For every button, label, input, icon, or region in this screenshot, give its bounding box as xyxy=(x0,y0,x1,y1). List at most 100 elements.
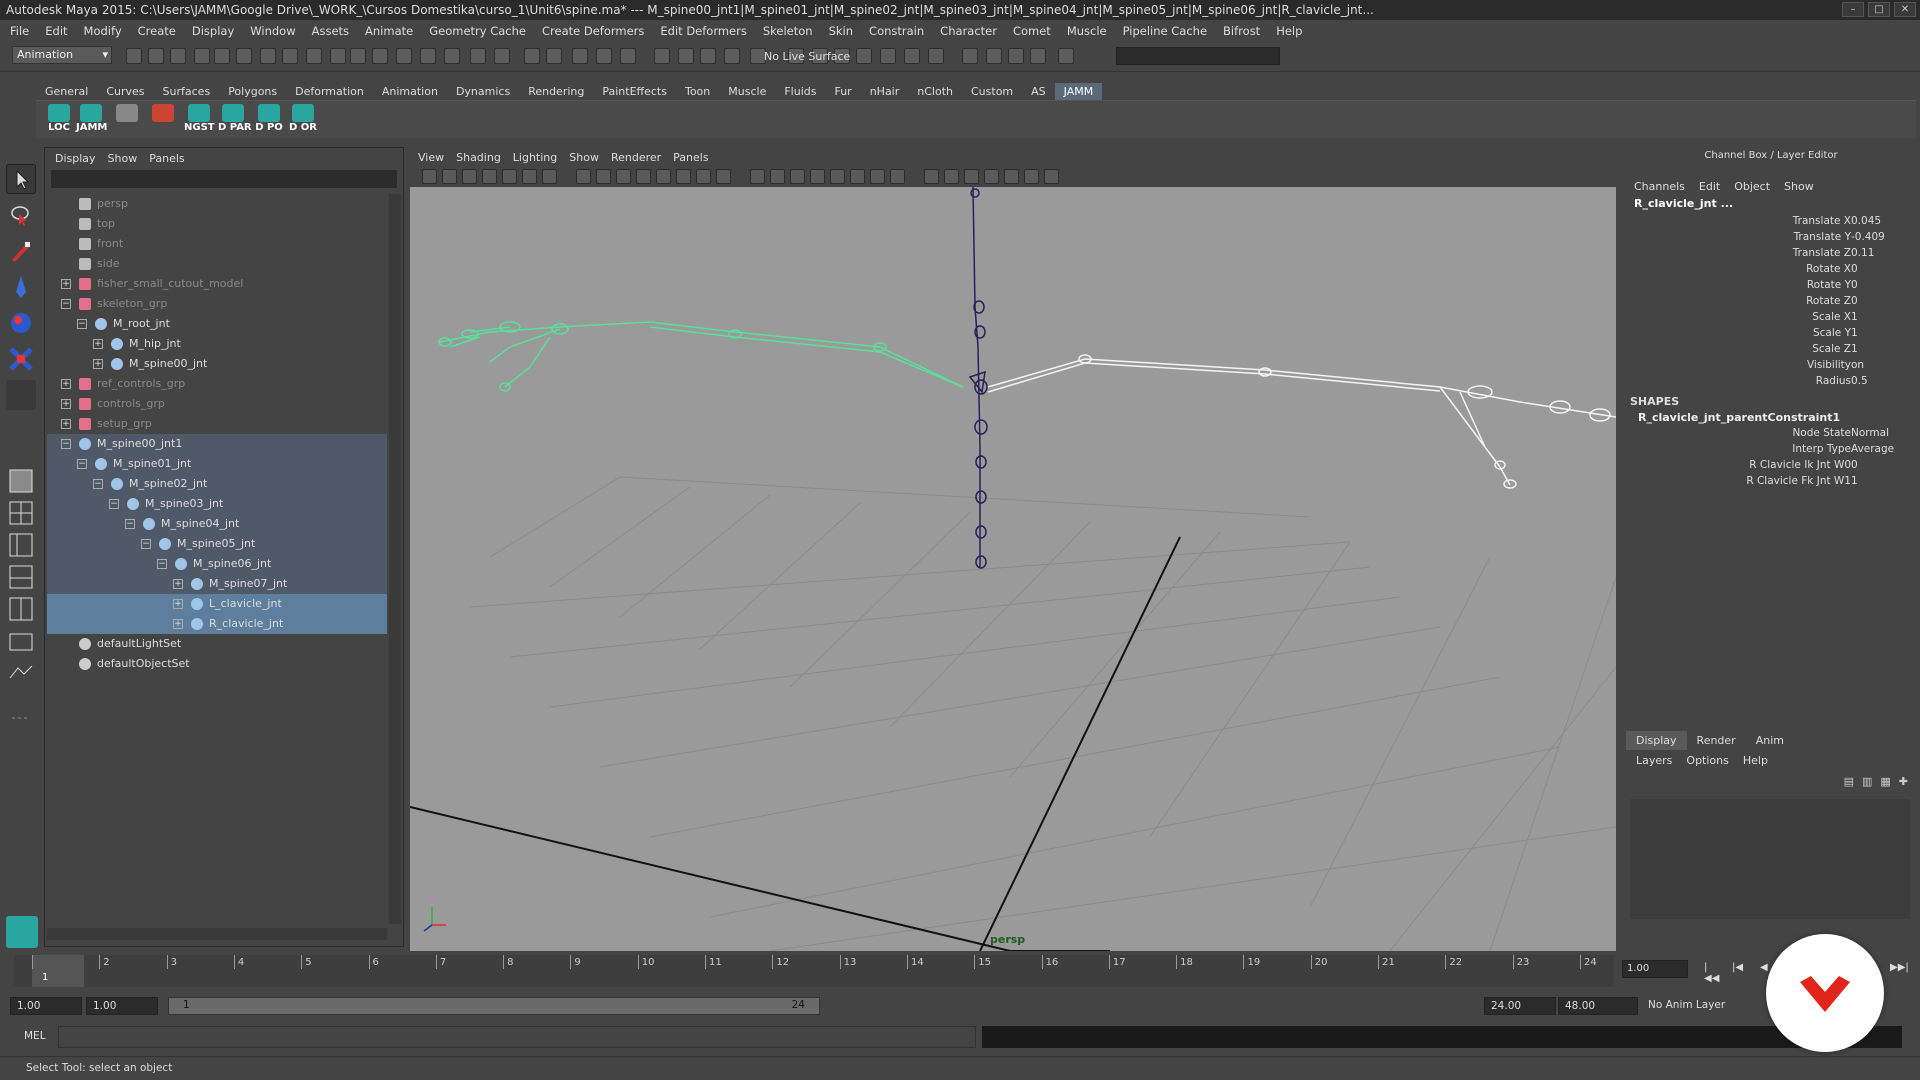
menu-comet[interactable]: Comet xyxy=(1013,24,1051,38)
shelf-tab-fluids[interactable]: Fluids xyxy=(775,83,825,100)
attribute-value[interactable]: 0 xyxy=(1851,459,1858,471)
status-tool-icon-16[interactable] xyxy=(470,48,486,64)
viewport-tool-icon-2[interactable] xyxy=(442,169,457,184)
collapse-icon[interactable]: − xyxy=(61,299,71,309)
render-tool-icon-5[interactable] xyxy=(986,48,1002,64)
outliner-item-m-spine06-jnt[interactable]: − M_spine06_jnt xyxy=(47,554,387,574)
viewport-tool-icon-22[interactable] xyxy=(870,169,885,184)
render-tool-icon-3[interactable] xyxy=(928,48,944,64)
shelf-button-jamm[interactable]: JAMM xyxy=(76,103,107,136)
render-tool-icon-4[interactable] xyxy=(962,48,978,64)
status-tool-icon-21[interactable] xyxy=(596,48,612,64)
outliner-item-m-root-jnt[interactable]: − M_root_jnt xyxy=(47,314,387,334)
attribute-row-translate-x[interactable]: Translate X 0.045 xyxy=(1626,215,1916,231)
expand-icon[interactable]: + xyxy=(173,599,183,609)
viewport-menu-renderer[interactable]: Renderer xyxy=(611,151,661,164)
menu-file[interactable]: File xyxy=(10,24,29,38)
attribute-row-translate-z[interactable]: Translate Z 0.11 xyxy=(1626,247,1916,263)
outliner-item-m-spine07-jnt[interactable]: + M_spine07_jnt xyxy=(47,574,387,594)
maximize-button[interactable]: □ xyxy=(1868,2,1890,17)
render-tool-icon-6[interactable] xyxy=(1008,48,1024,64)
status-tool-icon-2[interactable] xyxy=(148,48,164,64)
shelf-tab-nhair[interactable]: nHair xyxy=(861,83,909,100)
attribute-row-interp-type[interactable]: Interp Type Average xyxy=(1626,443,1916,459)
expand-icon[interactable]: + xyxy=(61,399,71,409)
viewport-tool-icon-24[interactable] xyxy=(924,169,939,184)
status-tool-icon-17[interactable] xyxy=(494,48,510,64)
shelf-tab-custom[interactable]: Custom xyxy=(962,83,1022,100)
menu-skeleton[interactable]: Skeleton xyxy=(763,24,813,38)
viewport-tool-icon-29[interactable] xyxy=(1024,169,1039,184)
outliner-item-l-clavicle-jnt[interactable]: + L_clavicle_jnt xyxy=(47,594,387,614)
viewport-tool-icon-25[interactable] xyxy=(944,169,959,184)
outliner-item-fisher-small-cutout-model[interactable]: + fisher_small_cutout_model xyxy=(47,274,387,294)
move-tool-icon[interactable] xyxy=(6,272,36,302)
viewport-tool-icon-9[interactable] xyxy=(596,169,611,184)
outliner-vertical-scrollbar[interactable] xyxy=(389,194,401,924)
minimize-button[interactable]: – xyxy=(1842,2,1864,17)
attribute-value[interactable]: Average xyxy=(1851,443,1894,455)
viewport-menu-view[interactable]: View xyxy=(418,151,444,164)
status-tool-icon-13[interactable] xyxy=(396,48,412,64)
viewport-tool-icon-30[interactable] xyxy=(1044,169,1059,184)
attribute-value[interactable]: -0.409 xyxy=(1851,231,1885,243)
collapse-icon[interactable]: − xyxy=(125,519,135,529)
status-tool-icon-20[interactable] xyxy=(572,48,588,64)
shelf-tab-rendering[interactable]: Rendering xyxy=(519,83,593,100)
shelf-tab-jamm[interactable]: JAMM xyxy=(1054,82,1103,100)
status-tool-icon-19[interactable] xyxy=(546,48,562,64)
shelf-button-ngst[interactable]: NGST xyxy=(184,103,215,136)
collapse-icon[interactable]: − xyxy=(77,459,87,469)
viewport-persp[interactable]: persp xyxy=(410,187,1616,951)
shelf-tab-dynamics[interactable]: Dynamics xyxy=(447,83,519,100)
outliner-item-m-spine04-jnt[interactable]: − M_spine04_jnt xyxy=(47,514,387,534)
status-tool-icon-24[interactable] xyxy=(678,48,694,64)
attribute-value[interactable]: on xyxy=(1851,359,1864,371)
layer-menu-options[interactable]: Options xyxy=(1686,754,1728,767)
outliner-item-top[interactable]: top xyxy=(47,214,387,234)
channel-box-menu-edit[interactable]: Edit xyxy=(1699,180,1720,193)
layer-menu-help[interactable]: Help xyxy=(1743,754,1768,767)
shelf-button-d-par[interactable]: D PAR xyxy=(218,103,252,136)
shelf-tab-curves[interactable]: Curves xyxy=(97,83,153,100)
shelf-button-d-or[interactable]: D OR xyxy=(288,103,318,136)
playback-start-field[interactable]: 1.00 xyxy=(86,997,158,1015)
outliner-item-defaultlightset[interactable]: defaultLightSet xyxy=(47,634,387,654)
menu-create-deformers[interactable]: Create Deformers xyxy=(542,24,644,38)
attribute-value[interactable]: 1 xyxy=(1851,327,1858,339)
attribute-row-visibility[interactable]: Visibility on xyxy=(1626,359,1916,375)
viewport-tool-icon-13[interactable] xyxy=(676,169,691,184)
go-to-end-icon[interactable]: ▶▶| xyxy=(1890,962,1909,976)
channel-box-menu-show[interactable]: Show xyxy=(1784,180,1814,193)
start-time-field[interactable]: 1.00 xyxy=(10,997,82,1015)
toolbox-extra-icon[interactable] xyxy=(6,703,36,733)
outliner-item-m-spine05-jnt[interactable]: − M_spine05_jnt xyxy=(47,534,387,554)
status-tool-icon-12[interactable] xyxy=(372,48,388,64)
attribute-row-radius[interactable]: Radius 0.5 xyxy=(1626,375,1916,391)
attribute-value[interactable]: 0.045 xyxy=(1851,215,1881,227)
viewport-tool-icon-16[interactable] xyxy=(750,169,765,184)
outliner-item-skeleton-grp[interactable]: − skeleton_grp xyxy=(47,294,387,314)
layer-tab-display[interactable]: Display xyxy=(1626,731,1687,750)
layer-tab-render[interactable]: Render xyxy=(1687,731,1746,750)
viewport-tool-icon-26[interactable] xyxy=(964,169,979,184)
hypergraph-layout-icon[interactable] xyxy=(6,658,36,688)
shelf-button-tool-3[interactable] xyxy=(112,103,142,136)
viewport-tool-icon-18[interactable] xyxy=(790,169,805,184)
shelf-button-loc[interactable]: LOC xyxy=(44,103,74,136)
menu-character[interactable]: Character xyxy=(940,24,997,38)
attribute-value[interactable]: 0 xyxy=(1851,263,1858,275)
viewport-tool-icon-8[interactable] xyxy=(576,169,591,184)
collapse-icon[interactable]: − xyxy=(93,479,103,489)
render-tool-icon-8[interactable] xyxy=(1058,48,1074,64)
menu-bifrost[interactable]: Bifrost xyxy=(1223,24,1260,38)
shelf-button-d-po[interactable]: D PO xyxy=(254,103,284,136)
attribute-row-translate-y[interactable]: Translate Y -0.409 xyxy=(1626,231,1916,247)
hypershade-layout-icon[interactable] xyxy=(6,594,36,624)
status-tool-icon-11[interactable] xyxy=(350,48,366,64)
status-tool-icon-10[interactable] xyxy=(330,48,346,64)
shelf-tab-ncloth[interactable]: nCloth xyxy=(908,83,962,100)
selected-object-name[interactable]: R_clavicle_jnt ... xyxy=(1634,197,1916,215)
status-tool-icon-3[interactable] xyxy=(170,48,186,64)
attribute-value[interactable]: 1 xyxy=(1851,475,1858,487)
